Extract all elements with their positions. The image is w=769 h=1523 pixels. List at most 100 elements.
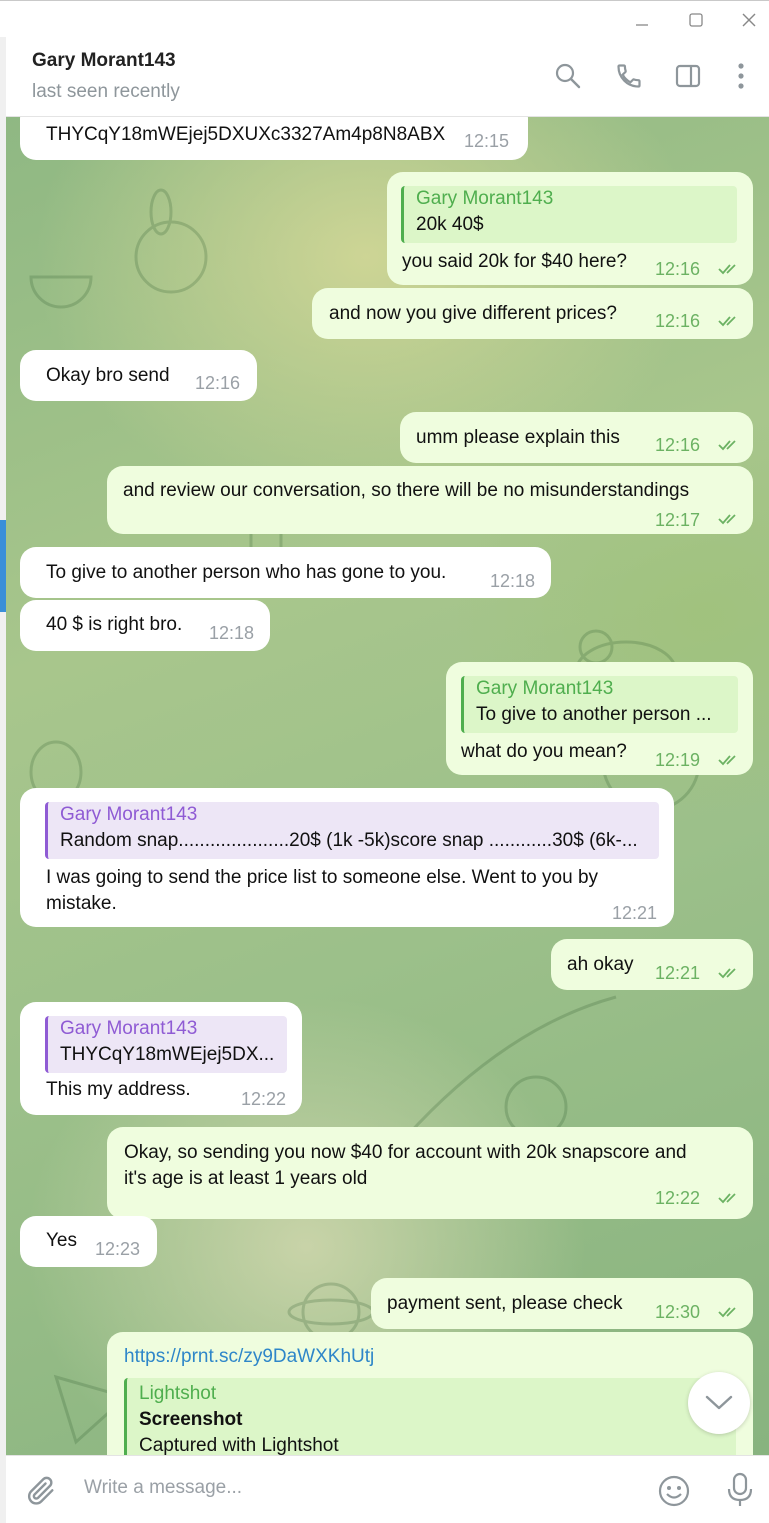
maximize-button[interactable] [671, 3, 721, 37]
read-checkmarks-icon [718, 1193, 736, 1204]
contact-name[interactable]: Gary Morant143 [32, 50, 176, 72]
sidebar-toggle-button[interactable] [673, 61, 703, 91]
message-time: 12:19 [655, 750, 701, 770]
message-time: 12:18 [209, 623, 255, 643]
search-icon [555, 63, 581, 89]
more-options-button[interactable] [726, 61, 756, 91]
voice-message-button[interactable] [725, 1471, 755, 1509]
chat-history[interactable]: THYCqY18mWEjej5DXUXc3327Am4p8N8ABX 12:15… [6, 117, 769, 1455]
sidebar-toggle-icon [675, 64, 701, 88]
message-text: This my address. [46, 1079, 191, 1100]
emoji-button[interactable] [657, 1474, 691, 1508]
minimize-button[interactable] [617, 3, 667, 37]
message-bubble-outgoing[interactable]: and review our conversation, so there wi… [107, 466, 753, 534]
reply-text: 20k 40$ [416, 214, 484, 235]
link-preview-title: Screenshot [139, 1409, 243, 1430]
message-text: To give to another person who has gone t… [46, 562, 447, 583]
read-checkmarks-icon [718, 264, 736, 275]
emoji-icon [658, 1475, 690, 1507]
message-bubble-outgoing[interactable]: payment sent, please check 12:30 [371, 1278, 753, 1329]
maximize-icon [689, 13, 703, 27]
message-bubble-outgoing[interactable]: ah okay 12:21 [551, 939, 753, 990]
message-text: you said 20k for $40 here? [402, 251, 627, 272]
reply-text: To give to another person ... [476, 704, 712, 725]
message-text-line: mistake. [46, 893, 117, 914]
scroll-to-bottom-button[interactable] [688, 1372, 750, 1434]
reply-quote[interactable]: Gary Morant143 Random snap..............… [45, 802, 659, 859]
read-checkmarks-icon [718, 514, 736, 525]
chevron-down-icon [705, 1395, 733, 1410]
message-text: Okay bro send [46, 365, 170, 386]
message-time: 12:16 [655, 435, 701, 455]
message-text: umm please explain this [416, 427, 620, 448]
attach-button[interactable] [24, 1474, 58, 1508]
message-time: 12:15 [464, 131, 510, 151]
message-text: and now you give different prices? [329, 303, 617, 324]
chat-header: Gary Morant143 last seen recently [6, 37, 769, 117]
reply-author: Gary Morant143 [416, 188, 554, 209]
window-titlebar [0, 0, 769, 37]
reply-author: Gary Morant143 [60, 1018, 198, 1039]
watermelon-doodle-icon [29, 275, 93, 309]
close-icon [742, 13, 756, 27]
contact-status: last seen recently [32, 81, 180, 102]
message-time: 12:18 [490, 571, 536, 591]
link-preview-site: Lightshot [139, 1383, 217, 1404]
message-bubble-outgoing[interactable]: Gary Morant143 To give to another person… [446, 662, 753, 775]
reply-author: Gary Morant143 [60, 804, 198, 825]
message-time: 12:23 [95, 1239, 141, 1259]
message-time: 12:30 [655, 1302, 701, 1322]
message-time: 12:21 [612, 903, 658, 923]
message-time: 12:16 [195, 373, 241, 393]
read-checkmarks-icon [718, 968, 736, 979]
microphone-icon [727, 1472, 753, 1506]
reply-text: Random snap.....................20$ (1k … [60, 830, 638, 851]
call-button[interactable] [614, 61, 644, 91]
message-bubble-incoming[interactable]: Gary Morant143 THYCqY18mWEjej5DX... This… [20, 1002, 302, 1115]
message-text-line: I was going to send the price list to so… [46, 867, 599, 888]
message-bubble-outgoing[interactable]: and now you give different prices? 12:16 [312, 288, 753, 339]
message-bubble-incoming[interactable]: Gary Morant143 Random snap..............… [20, 788, 674, 927]
message-text: ah okay [567, 954, 634, 975]
message-time: 12:22 [655, 1188, 701, 1208]
reply-quote[interactable]: Gary Morant143 20k 40$ [401, 186, 737, 243]
message-bubble-outgoing[interactable]: https://prnt.sc/zy9DaWXKhUtj Lightshot S… [107, 1332, 753, 1455]
message-composer: Write a message... [6, 1455, 769, 1523]
reply-author: Gary Morant143 [476, 678, 614, 699]
message-time: 12:16 [655, 259, 701, 279]
message-bubble-incoming[interactable]: To give to another person who has gone t… [20, 547, 551, 598]
message-bubble-incoming[interactable]: 40 $ is right bro. 12:18 [20, 600, 270, 651]
message-text: 40 $ is right bro. [46, 614, 183, 635]
message-text: THYCqY18mWEjej5DXUXc3327Am4p8N8ABX [46, 124, 446, 145]
link-preview-description: Captured with Lightshot [139, 1435, 339, 1455]
message-text: and review our conversation, so there wi… [123, 480, 690, 501]
minimize-icon [636, 24, 648, 26]
reply-quote[interactable]: Gary Morant143 THYCqY18mWEjej5DX... [45, 1016, 287, 1073]
message-input[interactable]: Write a message... [84, 1477, 242, 1499]
close-button[interactable] [724, 3, 769, 37]
message-time: 12:21 [655, 963, 701, 983]
bunny-doodle-icon [134, 188, 208, 294]
read-checkmarks-icon [718, 440, 736, 451]
message-time: 12:16 [655, 311, 701, 331]
message-time: 12:17 [655, 510, 701, 530]
message-bubble-incoming[interactable]: Yes 12:23 [20, 1216, 157, 1267]
read-checkmarks-icon [718, 755, 736, 766]
link-preview[interactable]: Lightshot Screenshot Captured with Light… [124, 1378, 736, 1455]
reply-quote[interactable]: Gary Morant143 To give to another person… [461, 676, 738, 733]
message-bubble-incoming[interactable]: Okay bro send 12:16 [20, 350, 257, 401]
search-button[interactable] [553, 61, 583, 91]
more-vert-icon [738, 63, 744, 89]
message-text: what do you mean? [461, 741, 627, 762]
message-text-line: it's age is at least 1 years old [124, 1168, 368, 1189]
message-bubble-incoming[interactable]: THYCqY18mWEjej5DXUXc3327Am4p8N8ABX 12:15 [20, 117, 528, 160]
read-checkmarks-icon [718, 1307, 736, 1318]
paperclip-icon [27, 1476, 54, 1505]
message-text: payment sent, please check [387, 1293, 623, 1314]
message-time: 12:22 [241, 1089, 287, 1109]
message-bubble-outgoing[interactable]: Okay, so sending you now $40 for account… [107, 1127, 753, 1219]
message-link[interactable]: https://prnt.sc/zy9DaWXKhUtj [124, 1344, 374, 1370]
message-bubble-outgoing[interactable]: Gary Morant143 20k 40$ you said 20k for … [387, 172, 753, 285]
message-bubble-outgoing[interactable]: umm please explain this 12:16 [400, 412, 753, 463]
message-text-line: Okay, so sending you now $40 for account… [124, 1142, 687, 1163]
